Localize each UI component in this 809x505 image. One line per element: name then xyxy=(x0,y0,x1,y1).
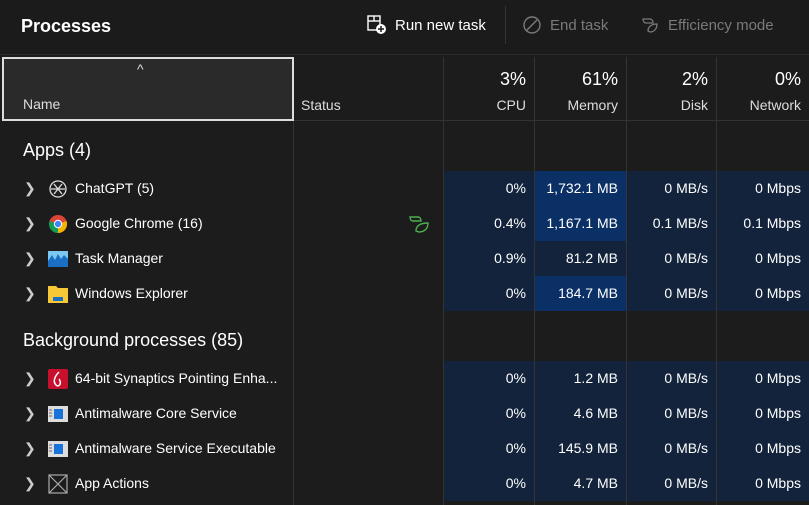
disk-cell: 0 MB/s xyxy=(627,396,716,431)
memory-cell: 1.2 MB xyxy=(535,361,626,396)
memory-cell: 4.6 MB xyxy=(535,396,626,431)
status-header-label: Status xyxy=(301,97,341,113)
process-name: 64-bit Synaptics Pointing Enha... xyxy=(75,370,278,386)
network-cell: 0 Mbps xyxy=(717,466,809,501)
sort-ascending-icon: ^ xyxy=(137,61,144,77)
network-cell: 0 Mbps xyxy=(717,241,809,276)
cpu-cell: 0% xyxy=(444,396,534,431)
block-icon xyxy=(523,16,541,34)
network-header-label: Network xyxy=(749,97,801,113)
expand-chevron-icon[interactable]: ❯ xyxy=(24,370,36,387)
column-header-status[interactable]: Status xyxy=(294,57,444,121)
process-row[interactable]: ❯ Antimalware Core Service 0% 4.6 MB 0 M… xyxy=(0,396,809,431)
expand-chevron-icon[interactable]: ❯ xyxy=(24,180,36,197)
column-header-name[interactable]: ^ Name xyxy=(2,57,294,121)
network-cell: 0 Mbps xyxy=(717,396,809,431)
end-task-label: End task xyxy=(550,16,609,34)
process-row[interactable]: ❯ 64-bit Synaptics Pointing Enha... 0% 1… xyxy=(0,361,809,396)
disk-cell: 0 MB/s xyxy=(627,466,716,501)
disk-total: 2% xyxy=(681,69,708,89)
toolbar: Processes Run new task End task Efficien… xyxy=(0,0,809,55)
expand-chevron-icon[interactable]: ❯ xyxy=(24,405,36,422)
network-cell: 0 Mbps xyxy=(717,276,809,311)
chatgpt-icon xyxy=(48,179,68,199)
cpu-cell: 0.4% xyxy=(444,206,534,241)
process-name: Task Manager xyxy=(75,250,163,266)
expand-chevron-icon[interactable]: ❯ xyxy=(24,440,36,457)
page-title: Processes xyxy=(21,16,112,36)
cpu-cell: 0% xyxy=(444,276,534,311)
process-row[interactable]: ❯ Google Chrome (16) 0.4% 1,167.1 MB 0.1… xyxy=(0,206,809,241)
process-name: Windows Explorer xyxy=(75,285,188,301)
name-header-label: Name xyxy=(23,96,61,112)
cpu-cell: 0.9% xyxy=(444,241,534,276)
process-name: ChatGPT (5) xyxy=(75,180,155,196)
disk-cell: 0.1 MB/s xyxy=(627,206,716,241)
folder-icon xyxy=(48,284,68,304)
network-total: 0% xyxy=(774,69,801,89)
memory-cell: 1,732.1 MB xyxy=(535,171,626,206)
column-header-memory[interactable]: 61% Memory xyxy=(535,57,627,121)
process-name: Antimalware Core Service xyxy=(75,405,237,421)
group-header-background: Background processes (85) xyxy=(23,330,244,350)
efficiency-mode-button[interactable]: Efficiency mode xyxy=(640,14,774,36)
process-row[interactable]: ❯ Antimalware Service Executable 0% 145.… xyxy=(0,431,809,466)
leaf-icon xyxy=(642,18,658,33)
service-window-icon xyxy=(48,404,68,424)
process-name: Google Chrome (16) xyxy=(75,215,203,231)
expand-chevron-icon[interactable]: ❯ xyxy=(24,215,36,232)
synaptics-icon xyxy=(48,369,68,389)
memory-cell: 184.7 MB xyxy=(535,276,626,311)
efficiency-mode-label: Efficiency mode xyxy=(668,16,774,34)
disk-cell: 0 MB/s xyxy=(627,276,716,311)
cpu-cell: 0% xyxy=(444,431,534,466)
cpu-header-label: CPU xyxy=(496,97,526,113)
network-cell: 0 Mbps xyxy=(717,431,809,466)
process-row[interactable]: ❯ Task Manager 0.9% 81.2 MB 0 MB/s 0 Mbp… xyxy=(0,241,809,276)
network-cell: 0 Mbps xyxy=(717,171,809,206)
chrome-icon xyxy=(48,214,68,234)
memory-cell: 81.2 MB xyxy=(535,241,626,276)
run-new-task-label: Run new task xyxy=(395,16,486,34)
end-task-button[interactable]: End task xyxy=(522,14,608,36)
memory-cell: 145.9 MB xyxy=(535,431,626,466)
disk-cell: 0 MB/s xyxy=(627,431,716,466)
service-window-icon xyxy=(48,439,68,459)
expand-chevron-icon[interactable]: ❯ xyxy=(24,475,36,492)
run-new-task-button[interactable]: Run new task xyxy=(367,14,486,36)
run-task-icon xyxy=(367,15,386,34)
memory-total: 61% xyxy=(581,69,618,89)
memory-header-label: Memory xyxy=(567,97,618,113)
cpu-cell: 0% xyxy=(444,466,534,501)
network-cell: 0.1 Mbps xyxy=(717,206,809,241)
network-cell: 0 Mbps xyxy=(717,361,809,396)
cpu-total: 3% xyxy=(499,69,526,89)
efficiency-leaf-icon xyxy=(408,214,430,237)
cpu-cell: 0% xyxy=(444,171,534,206)
expand-chevron-icon[interactable]: ❯ xyxy=(24,285,36,302)
column-header-disk[interactable]: 2% Disk xyxy=(627,57,717,121)
process-row[interactable]: ❯ App Actions 0% 4.7 MB 0 MB/s 0 Mbps xyxy=(0,466,809,501)
process-row[interactable]: ❯ ChatGPT (5) 0% 1,732.1 MB 0 MB/s 0 Mbp… xyxy=(0,171,809,206)
process-name: App Actions xyxy=(75,475,149,491)
toolbar-divider xyxy=(505,6,506,44)
disk-cell: 0 MB/s xyxy=(627,241,716,276)
memory-cell: 4.7 MB xyxy=(535,466,626,501)
disk-header-label: Disk xyxy=(680,97,708,113)
group-header-apps: Apps (4) xyxy=(23,140,92,160)
disk-cell: 0 MB/s xyxy=(627,171,716,206)
task-manager-icon xyxy=(48,249,68,269)
column-header-cpu[interactable]: 3% CPU xyxy=(444,57,535,121)
memory-cell: 1,167.1 MB xyxy=(535,206,626,241)
disk-cell: 0 MB/s xyxy=(627,361,716,396)
process-row[interactable]: ❯ Windows Explorer 0% 184.7 MB 0 MB/s 0 … xyxy=(0,276,809,311)
placeholder-icon xyxy=(48,474,68,494)
cpu-cell: 0% xyxy=(444,361,534,396)
expand-chevron-icon[interactable]: ❯ xyxy=(24,250,36,267)
process-name: Antimalware Service Executable xyxy=(75,440,276,456)
column-header-network[interactable]: 0% Network xyxy=(717,57,809,121)
